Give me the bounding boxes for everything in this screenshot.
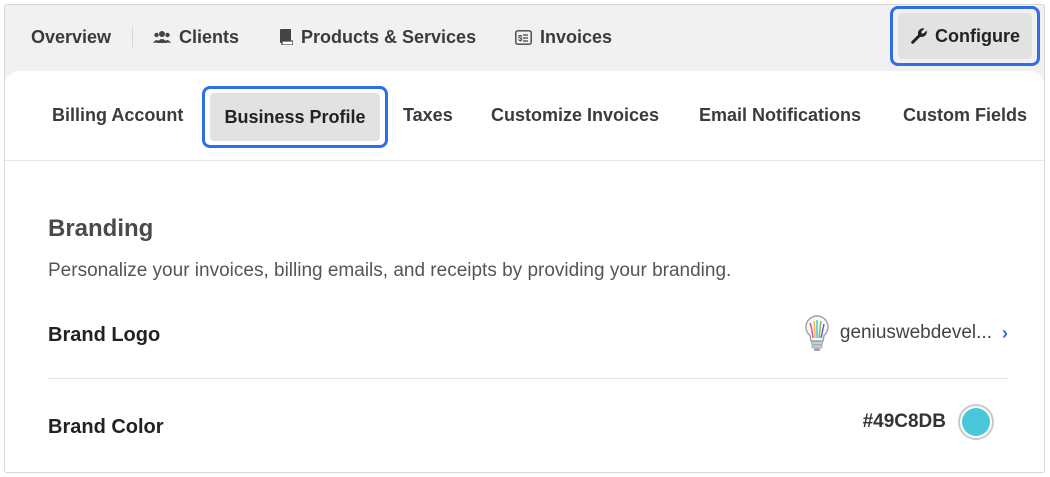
wrench-icon xyxy=(910,27,928,45)
tab-customize-invoices-label: Customize Invoices xyxy=(491,105,660,125)
nav-clients-label: Clients xyxy=(179,26,240,47)
content-card: Billing Account Business Profile Taxes C… xyxy=(5,71,1044,472)
subtab-bar: Billing Account Business Profile Taxes C… xyxy=(5,71,1044,161)
brand-color-value[interactable]: #49C8DB xyxy=(863,402,994,442)
tab-billing-account-label: Billing Account xyxy=(52,105,184,125)
nav-invoices[interactable]: $ Invoices xyxy=(515,25,612,49)
nav-separator xyxy=(132,27,133,47)
tab-business-profile[interactable]: Business Profile xyxy=(210,93,380,141)
users-icon xyxy=(153,30,171,44)
configure-button[interactable]: Configure xyxy=(898,13,1032,59)
book-icon xyxy=(279,29,293,45)
section-description: Personalize your invoices, billing email… xyxy=(48,260,732,281)
invoice-icon: $ xyxy=(515,29,532,45)
tab-email-notifications-label: Email Notifications xyxy=(699,105,862,125)
tab-custom-fields[interactable]: Custom Fields xyxy=(903,105,1027,126)
nav-overview[interactable]: Overview xyxy=(31,25,111,49)
business-profile-highlight: Business Profile xyxy=(202,86,388,148)
nav-products-services[interactable]: Products & Services xyxy=(279,25,476,49)
brand-logo-value[interactable]: geniuswebdevel... › xyxy=(802,314,1008,352)
tab-custom-fields-label: Custom Fields xyxy=(903,105,1028,125)
tab-customize-invoices[interactable]: Customize Invoices xyxy=(491,105,659,126)
nav-products-services-label: Products & Services xyxy=(301,26,477,47)
tab-taxes-label: Taxes xyxy=(403,105,453,125)
brand-color-hex: #49C8DB xyxy=(862,411,946,432)
tab-billing-account[interactable]: Billing Account xyxy=(52,105,183,126)
section-title: Branding xyxy=(48,215,154,242)
app-frame: Overview Clients Products & Services $ I… xyxy=(4,4,1045,473)
lightbulb-logo-icon xyxy=(802,314,832,352)
svg-text:$: $ xyxy=(518,34,523,43)
nav-overview-label: Overview xyxy=(31,26,112,47)
configure-label: Configure xyxy=(935,25,1020,46)
configure-highlight: Configure xyxy=(890,6,1040,66)
chevron-right-icon: › xyxy=(1002,322,1008,343)
nav-invoices-label: Invoices xyxy=(540,26,613,47)
color-swatch[interactable] xyxy=(958,404,994,440)
color-swatch-fill xyxy=(962,408,990,436)
tab-email-notifications[interactable]: Email Notifications xyxy=(699,105,861,126)
nav-clients[interactable]: Clients xyxy=(153,25,239,49)
tab-business-profile-label: Business Profile xyxy=(224,106,366,127)
brand-color-label: Brand Color xyxy=(48,416,164,438)
brand-logo-filename: geniuswebdevel... xyxy=(839,322,992,343)
brand-logo-label: Brand Logo xyxy=(48,324,161,346)
row-divider xyxy=(48,378,1008,379)
tab-taxes[interactable]: Taxes xyxy=(403,105,453,126)
top-navigation: Overview Clients Products & Services $ I… xyxy=(5,5,1044,69)
